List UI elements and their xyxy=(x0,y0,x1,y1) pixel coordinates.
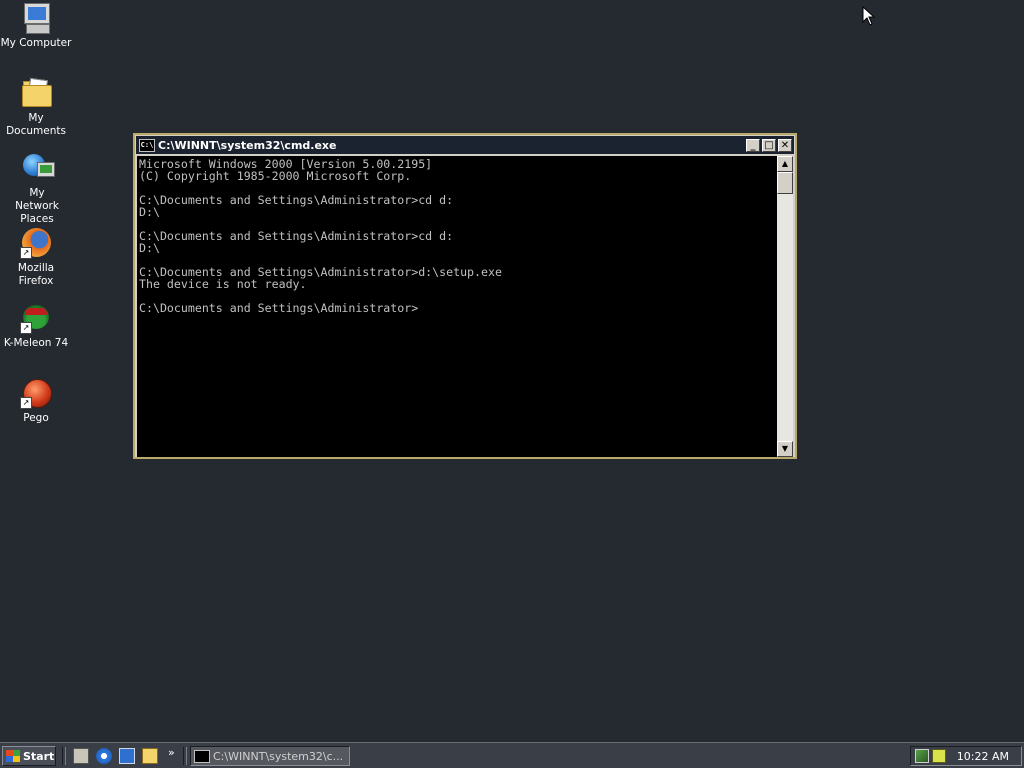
console-output[interactable]: Microsoft Windows 2000 [Version 5.00.219… xyxy=(137,156,777,457)
firefox-icon: ↗ xyxy=(20,227,52,259)
console-line: (C) Copyright 1985-2000 Microsoft Corp. xyxy=(139,169,412,183)
desktop-icon-k-meleon[interactable]: ↗ K-Meleon 74 xyxy=(0,302,73,350)
network-places-icon xyxy=(21,152,55,184)
console-line: D:\ xyxy=(139,205,160,219)
scroll-up-button[interactable]: ▲ xyxy=(777,156,793,172)
shortcut-arrow-icon: ↗ xyxy=(20,247,32,259)
desktop-icon-my-documents[interactable]: My Documents xyxy=(0,77,73,138)
pego-icon: ↗ xyxy=(20,377,52,409)
show-desktop-icon[interactable] xyxy=(73,748,89,764)
taskbar-separator xyxy=(62,747,66,765)
console-line: C:\Documents and Settings\Administrator>… xyxy=(139,193,454,207)
vertical-scrollbar[interactable]: ▲ ▼ xyxy=(777,156,793,457)
network-tray-icon[interactable] xyxy=(915,749,929,763)
internet-explorer-icon[interactable] xyxy=(96,748,112,764)
scroll-down-button[interactable]: ▼ xyxy=(777,441,793,457)
clock[interactable]: 10:22 AM xyxy=(957,750,1009,763)
cmd-icon: C:\ xyxy=(139,138,155,152)
close-button[interactable]: ✕ xyxy=(778,138,792,152)
tray-app-icon[interactable] xyxy=(932,749,946,763)
taskbar-button-cmd[interactable]: C:\WINNT\system32\c... xyxy=(190,746,350,766)
desktop-icon-label: K-Meleon 74 xyxy=(3,337,69,349)
quick-launch-more-button[interactable]: » xyxy=(168,746,175,759)
search-icon[interactable] xyxy=(142,748,158,764)
taskbar-button-label: C:\WINNT\system32\c... xyxy=(213,749,344,763)
start-button[interactable]: Start xyxy=(2,746,56,766)
console-line: C:\Documents and Settings\Administrator> xyxy=(139,301,419,315)
shortcut-arrow-icon: ↗ xyxy=(20,322,32,334)
maximize-button[interactable]: □ xyxy=(762,138,776,152)
my-computer-icon xyxy=(20,2,52,34)
desktop-icon-label: Mozilla Firefox xyxy=(17,262,55,287)
system-tray: 10:22 AM xyxy=(910,746,1022,766)
windows-logo-icon xyxy=(6,750,20,762)
my-documents-icon xyxy=(20,77,52,109)
scroll-thumb[interactable] xyxy=(777,172,793,194)
cmd-icon xyxy=(194,749,210,763)
desktop-icon-label: My Computer xyxy=(0,37,72,49)
console-line: D:\ xyxy=(139,241,160,255)
desktop-icon-label: My Documents xyxy=(6,112,66,137)
cmd-window[interactable]: C:\ C:\WINNT\system32\cmd.exe _ □ ✕ Micr… xyxy=(133,133,797,459)
window-titlebar[interactable]: C:\ C:\WINNT\system32\cmd.exe _ □ ✕ xyxy=(136,136,794,154)
desktop-icon-pego[interactable]: ↗ Pego xyxy=(0,377,73,425)
mouse-cursor-icon xyxy=(862,6,876,26)
window-title: C:\WINNT\system32\cmd.exe xyxy=(158,138,337,152)
k-meleon-icon: ↗ xyxy=(20,302,52,334)
taskbar: Start » C:\WINNT\system32\c... 10:22 AM xyxy=(0,742,1024,768)
outlook-express-icon[interactable] xyxy=(119,748,135,764)
taskbar-separator xyxy=(183,747,187,765)
desktop-icon-label: Pego xyxy=(23,412,49,424)
desktop-icon-label: My Network Places xyxy=(15,187,59,225)
desktop-icon-firefox[interactable]: ↗ Mozilla Firefox xyxy=(0,227,73,288)
console-line: C:\Documents and Settings\Administrator>… xyxy=(139,229,454,243)
desktop-icon-network-places[interactable]: My Network Places xyxy=(0,152,75,226)
console-line: The device is not ready. xyxy=(139,277,307,291)
shortcut-arrow-icon: ↗ xyxy=(20,397,32,409)
minimize-button[interactable]: _ xyxy=(746,138,760,152)
desktop-icon-my-computer[interactable]: My Computer xyxy=(0,2,73,50)
start-label: Start xyxy=(23,749,55,763)
